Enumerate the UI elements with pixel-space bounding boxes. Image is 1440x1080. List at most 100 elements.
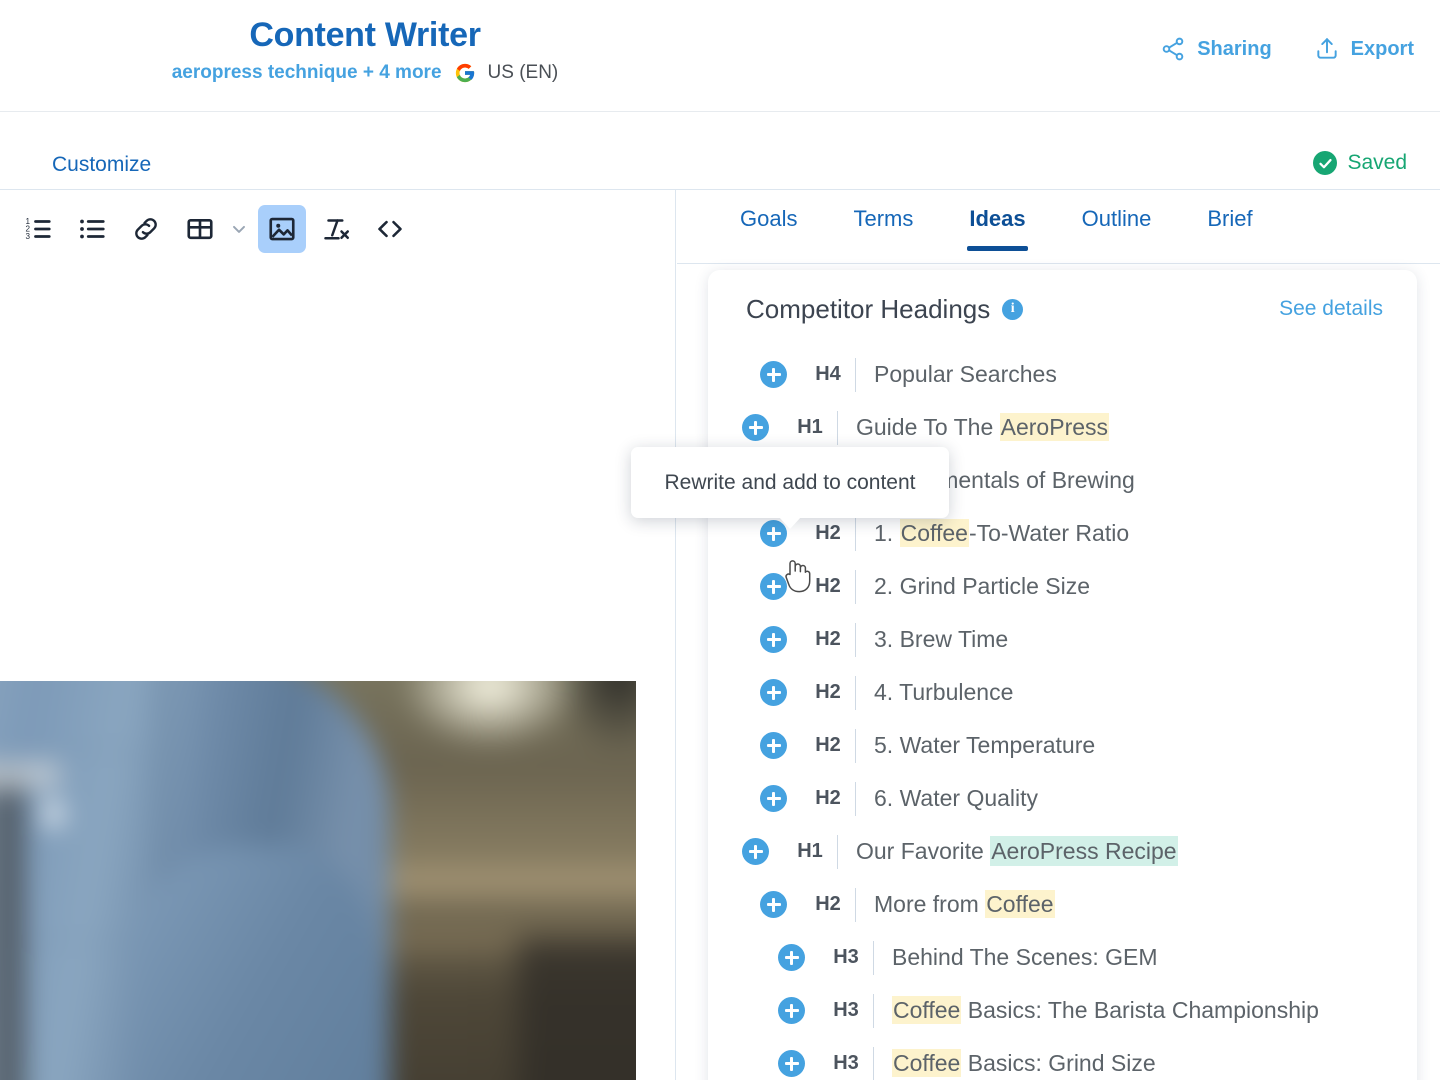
- heading-text: 5. Water Temperature: [874, 732, 1095, 759]
- subtitle-row: aeropress technique + 4 more US (EN): [0, 62, 730, 84]
- heading-text-pre: Guide To The: [856, 414, 1000, 440]
- heading-text: 6. Water Quality: [874, 785, 1038, 812]
- info-icon[interactable]: i: [1002, 298, 1024, 320]
- heading-text: Behind The Scenes: GEM: [892, 944, 1158, 971]
- heading-level-label: H1: [797, 416, 823, 438]
- svg-text:3: 3: [26, 232, 31, 241]
- link-icon[interactable]: [122, 205, 170, 253]
- sub-toolbar: Customize Saved: [0, 113, 1440, 190]
- row-divider: [855, 781, 856, 816]
- add-heading-icon[interactable]: [760, 573, 787, 600]
- heading-text-post: 5. Water Temperature: [874, 732, 1096, 758]
- heading-text: Guide To The AeroPress: [856, 413, 1110, 441]
- heading-level-label: H2: [815, 575, 841, 597]
- heading-text-post: -To-Water Ratio: [968, 520, 1130, 546]
- heading-text-pre: Our Favorite: [856, 838, 991, 864]
- heading-row[interactable]: H2 5. Water Temperature: [708, 719, 1417, 772]
- row-divider: [873, 940, 874, 975]
- header-actions: Sharing Export: [1160, 36, 1414, 62]
- table-icon[interactable]: [176, 205, 224, 253]
- tab-outline[interactable]: Outline: [1054, 190, 1180, 232]
- image-aeropress-top: [0, 760, 61, 790]
- heading-row[interactable]: H2 6. Water Quality: [708, 772, 1417, 825]
- heading-text-post: Behind The Scenes: GEM: [892, 944, 1158, 970]
- tab-brief[interactable]: Brief: [1179, 190, 1280, 232]
- tooltip-text: Rewrite and add to content: [664, 470, 916, 494]
- heading-term-highlight: Coffee: [892, 996, 962, 1024]
- row-divider: [855, 622, 856, 657]
- heading-text-post: 3. Brew Time: [874, 626, 1009, 652]
- heading-text: Coffee Basics: The Barista Championship: [892, 996, 1319, 1024]
- card-header: Competitor Headings i See details: [708, 270, 1417, 348]
- add-heading-icon[interactable]: [742, 414, 769, 441]
- sharing-button[interactable]: Sharing: [1160, 36, 1272, 62]
- add-heading-icon[interactable]: [760, 679, 787, 706]
- customize-button[interactable]: Customize: [52, 153, 151, 177]
- share-icon: [1160, 36, 1186, 62]
- heading-level-label: H1: [797, 840, 823, 862]
- heading-text-post: 6. Water Quality: [874, 785, 1039, 811]
- add-heading-icon[interactable]: [760, 785, 787, 812]
- row-divider: [855, 569, 856, 604]
- row-divider: [837, 834, 838, 869]
- bullet-list-icon[interactable]: [68, 205, 116, 253]
- heading-row[interactable]: H3 Coffee Basics: Grind Size: [708, 1037, 1417, 1080]
- add-heading-icon[interactable]: [760, 361, 787, 388]
- heading-row[interactable]: H2 3. Brew Time: [708, 613, 1417, 666]
- heading-text-post: Basics: The Barista Championship: [961, 997, 1319, 1023]
- add-heading-icon[interactable]: [760, 626, 787, 653]
- chevron-down-icon[interactable]: [226, 206, 252, 252]
- heading-row[interactable]: H4 Popular Searches: [708, 348, 1417, 401]
- heading-row[interactable]: H1 Our Favorite AeroPress Recipe: [708, 825, 1417, 878]
- document-image-blur: [0, 681, 636, 1080]
- see-details-link[interactable]: See details: [1279, 297, 1383, 321]
- heading-text: 1. Coffee-To-Water Ratio: [874, 519, 1130, 547]
- title-block: Content Writer aeropress technique + 4 m…: [0, 14, 730, 84]
- add-heading-icon[interactable]: [760, 520, 787, 547]
- add-heading-icon[interactable]: [778, 1050, 805, 1077]
- image-shirt-button: [42, 800, 65, 827]
- keywords-link[interactable]: aeropress technique + 4 more: [172, 62, 442, 84]
- heading-level-label: H3: [833, 946, 859, 968]
- competitor-headings-card: Competitor Headings i See details H4 Popu…: [708, 270, 1417, 1080]
- ordered-list-icon[interactable]: 1 2 3: [14, 205, 62, 253]
- add-heading-icon[interactable]: [760, 891, 787, 918]
- tab-ideas[interactable]: Ideas: [941, 190, 1053, 251]
- status-badge: Saved: [1313, 151, 1407, 175]
- sharing-label: Sharing: [1197, 37, 1272, 60]
- editor-toolbar: 1 2 3: [0, 190, 675, 268]
- export-label: Export: [1350, 37, 1414, 60]
- add-heading-icon[interactable]: [760, 732, 787, 759]
- heading-row[interactable]: H3 Behind The Scenes: GEM: [708, 931, 1417, 984]
- row-divider: [855, 675, 856, 710]
- document-body[interactable]: nique traints of gravity: [0, 268, 675, 1080]
- code-icon[interactable]: [366, 205, 414, 253]
- image-aeropress-body: [0, 766, 25, 1080]
- add-heading-icon[interactable]: [778, 944, 805, 971]
- heading-text: Our Favorite AeroPress Recipe: [856, 836, 1178, 866]
- heading-text: More from Coffee: [874, 890, 1055, 918]
- heading-row[interactable]: H2 2. Grind Particle Size: [708, 560, 1417, 613]
- row-divider: [837, 410, 838, 445]
- heading-text: 2. Grind Particle Size: [874, 573, 1090, 600]
- heading-row[interactable]: H2 4. Turbulence: [708, 666, 1417, 719]
- add-heading-icon[interactable]: [778, 997, 805, 1024]
- clear-format-icon[interactable]: [312, 205, 360, 253]
- heading-row[interactable]: H3 Coffee Basics: The Barista Championshi…: [708, 984, 1417, 1037]
- card-title: Competitor Headings i: [746, 294, 1024, 325]
- heading-text-post: Basics: Grind Size: [961, 1050, 1156, 1076]
- content-writer-app: Content Writer aeropress technique + 4 m…: [0, 0, 1440, 1080]
- heading-level-label: H2: [815, 628, 841, 650]
- heading-text-post: Popular Searches: [874, 361, 1057, 387]
- image-dark-object: [518, 937, 636, 1080]
- heading-text-post: 2. Grind Particle Size: [874, 573, 1091, 599]
- tab-goals[interactable]: Goals: [712, 190, 825, 232]
- row-divider: [855, 887, 856, 922]
- tab-terms[interactable]: Terms: [825, 190, 941, 232]
- document-image[interactable]: [0, 681, 636, 1080]
- rewrite-tooltip: Rewrite and add to content: [631, 447, 949, 518]
- heading-row[interactable]: H2 More from Coffee: [708, 878, 1417, 931]
- image-icon[interactable]: [258, 205, 306, 253]
- export-button[interactable]: Export: [1314, 36, 1414, 62]
- add-heading-icon[interactable]: [742, 838, 769, 865]
